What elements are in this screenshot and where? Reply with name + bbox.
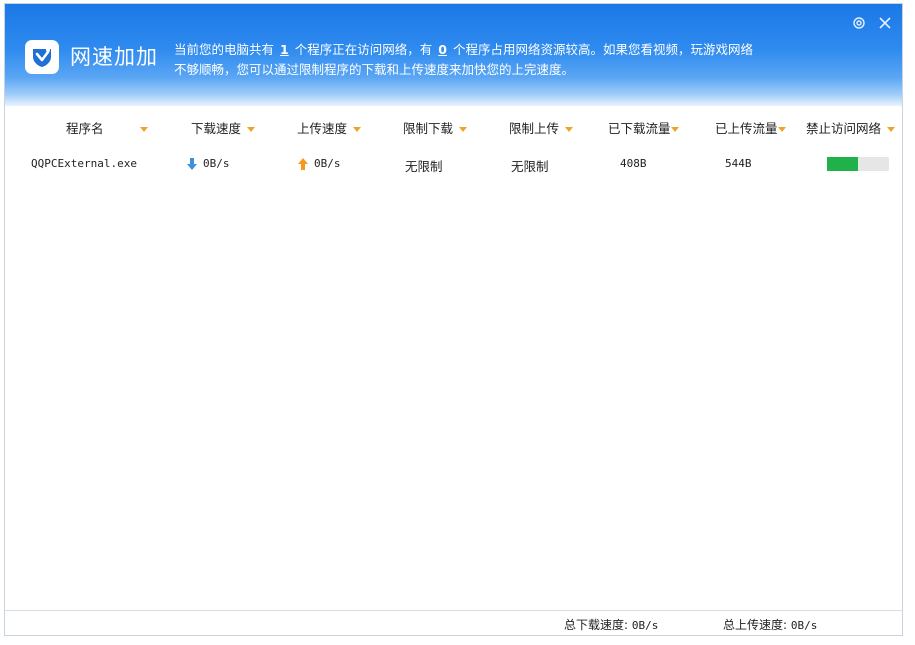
column-header-upload-speed[interactable]: 上传速度 <box>297 118 362 136</box>
table-row[interactable]: QQPCExternal.exe 0B/s 0B/s 无限制 无限制 408B … <box>5 151 902 177</box>
close-button[interactable] <box>877 15 893 31</box>
downloaded-cell: 408B <box>620 157 647 170</box>
column-header-download-speed[interactable]: 下载速度 <box>191 118 256 136</box>
limit-download-cell[interactable]: 无限制 <box>405 156 443 175</box>
sort-arrow-icon <box>670 127 679 132</box>
total-download-label: 总下载速度: <box>564 618 629 632</box>
sort-arrow-icon <box>565 127 574 132</box>
msg-prefix: 当前您的电脑共有 <box>174 42 275 57</box>
total-upload-value: 0B/s <box>790 619 818 632</box>
download-arrow-icon <box>187 158 197 170</box>
program-name: QQPCExternal.exe <box>31 157 137 170</box>
column-header-program-name[interactable]: 程序名 <box>66 118 148 136</box>
program-count[interactable]: 1 <box>280 42 289 57</box>
block-network-toggle[interactable] <box>827 157 889 171</box>
msg-mid: 个程序正在访问网络，有 <box>294 42 433 57</box>
settings-button[interactable] <box>851 15 867 31</box>
sort-arrow-icon <box>247 127 256 132</box>
app-title: 网速加加 <box>70 45 158 69</box>
download-speed-cell: 0B/s <box>187 157 230 170</box>
sort-arrow-icon <box>777 127 786 132</box>
column-header-block-network[interactable]: 禁止访问网络 <box>806 118 896 136</box>
status-bar: 总下载速度: 0B/s 总上传速度: 0B/s <box>5 610 902 635</box>
total-upload-label: 总上传速度: <box>723 618 788 632</box>
total-download: 总下载速度: 0B/s <box>564 616 658 633</box>
column-header-uploaded[interactable]: 已上传流量 <box>715 118 786 136</box>
sort-arrow-icon <box>887 127 896 132</box>
upload-arrow-icon <box>298 158 308 170</box>
heavy-program-count[interactable]: 0 <box>438 42 447 57</box>
toggle-fill <box>827 157 858 171</box>
table-header: 程序名 下载速度 上传速度 限制下载 限制上传 已下载流量 已上传流量 禁止访问… <box>5 112 902 138</box>
total-download-value: 0B/s <box>631 619 659 632</box>
column-header-limit-download[interactable]: 限制下载 <box>403 118 468 136</box>
column-header-limit-upload[interactable]: 限制上传 <box>509 118 574 136</box>
app-window: 网速加加 当前您的电脑共有 1 个程序正在访问网络，有 0 个程序占用网络资源较高。如果… <box>4 3 903 636</box>
limit-upload-cell[interactable]: 无限制 <box>511 156 549 175</box>
total-upload: 总上传速度: 0B/s <box>723 616 817 633</box>
msg-line2: 不够顺畅，您可以通过限制程序的下载和上传速度来加快您的上完速度。 <box>174 62 575 77</box>
header-status-message: 当前您的电脑共有 1 个程序正在访问网络，有 0 个程序占用网络资源较高。如果您看视频，… <box>174 40 794 80</box>
rocket-shield-icon <box>33 48 51 67</box>
column-header-downloaded[interactable]: 已下载流量 <box>608 118 679 136</box>
sort-arrow-icon <box>459 127 468 132</box>
header-banner: 网速加加 当前您的电脑共有 1 个程序正在访问网络，有 0 个程序占用网络资源较高。如果… <box>5 4 902 106</box>
sort-arrow-icon <box>353 127 362 132</box>
app-logo <box>25 40 59 74</box>
close-icon <box>879 17 891 29</box>
msg-suffix: 个程序占用网络资源较高。如果您看视频，玩游戏网络 <box>452 42 753 57</box>
upload-speed-cell: 0B/s <box>298 157 341 170</box>
sort-arrow-icon <box>139 127 148 132</box>
uploaded-cell: 544B <box>725 157 752 170</box>
gear-icon <box>853 17 865 29</box>
